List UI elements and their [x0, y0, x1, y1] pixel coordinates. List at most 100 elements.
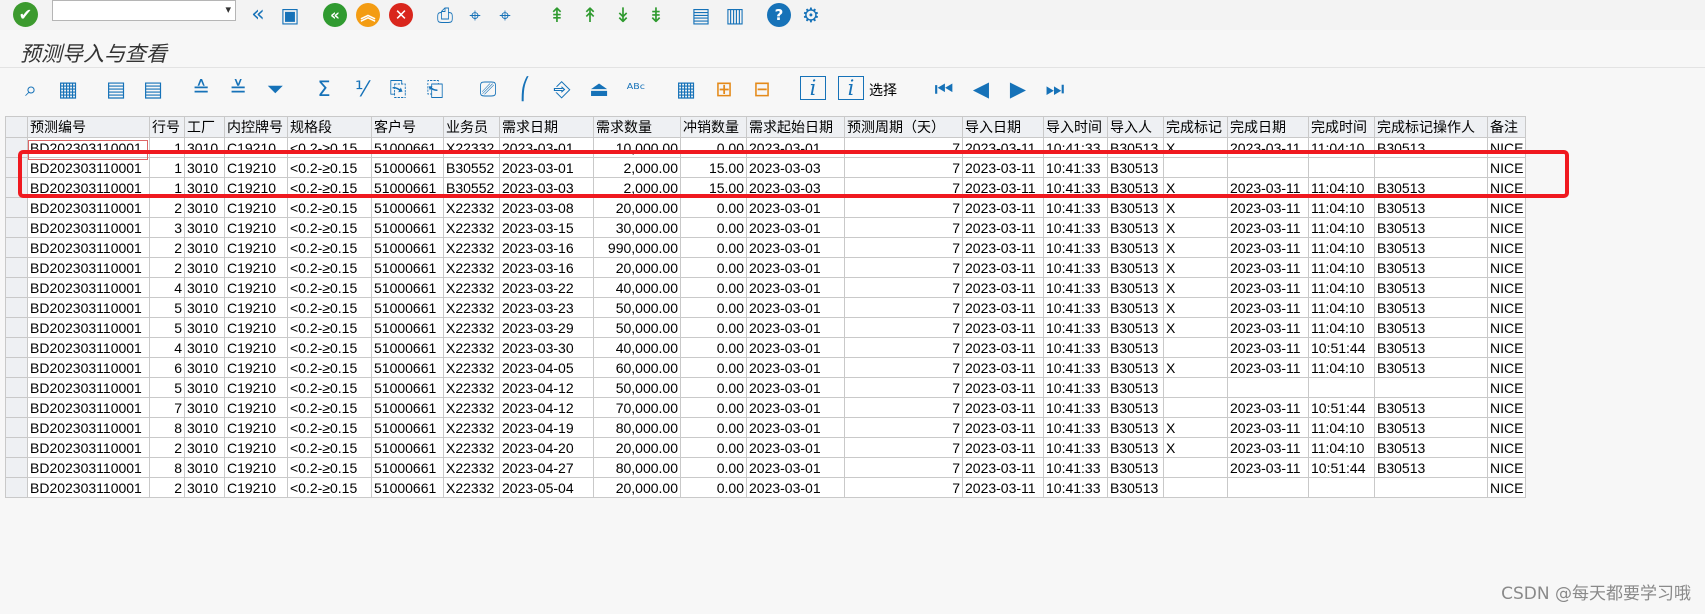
- table-cell[interactable]: [1227, 377, 1309, 398]
- table-cell[interactable]: 51000661: [371, 337, 444, 358]
- table-cell[interactable]: [1227, 157, 1309, 178]
- row-selector[interactable]: [5, 457, 28, 478]
- table-cell[interactable]: 2023-03-11: [962, 237, 1044, 258]
- table-cell[interactable]: 2: [149, 437, 185, 458]
- table-cell[interactable]: 2023-03-11: [1227, 177, 1309, 198]
- table-cell[interactable]: 2: [149, 197, 185, 218]
- table-cell[interactable]: 11:04:10: [1308, 417, 1375, 438]
- table-cell[interactable]: X: [1163, 297, 1228, 318]
- table-cell[interactable]: X22332: [443, 297, 500, 318]
- table-cell[interactable]: X22332: [443, 217, 500, 238]
- table-cell[interactable]: 4: [149, 277, 185, 298]
- table-cell[interactable]: [1163, 337, 1228, 358]
- table-cell[interactable]: [1227, 477, 1309, 498]
- table-cell[interactable]: [1163, 477, 1228, 498]
- row-selector[interactable]: [5, 137, 28, 158]
- table-cell[interactable]: C19210: [224, 157, 288, 178]
- table-cell[interactable]: B30513: [1107, 337, 1164, 358]
- table-cell[interactable]: B30513: [1107, 217, 1164, 238]
- table-row[interactable]: BD202303110001 2 3010 C19210 <0.2-≥0.15 51000…: [5, 197, 1527, 218]
- table-cell[interactable]: X: [1163, 217, 1228, 238]
- row-selector[interactable]: [5, 257, 28, 278]
- table-row[interactable]: BD202303110001 1 3010 C19210 <0.2-≥0.15 51000…: [5, 137, 1527, 158]
- table-cell[interactable]: 20,000.00: [593, 257, 681, 278]
- table-cell[interactable]: [1163, 457, 1228, 478]
- table-cell[interactable]: 2023-03-03: [499, 177, 594, 198]
- save-layout-icon[interactable]: ⊟: [748, 76, 776, 102]
- row-selector[interactable]: [5, 357, 28, 378]
- table-cell[interactable]: 3010: [184, 437, 225, 458]
- table-cell[interactable]: 7: [844, 257, 963, 278]
- chevron-down-icon[interactable]: ▾: [225, 3, 231, 16]
- column-header[interactable]: 导入日期: [962, 116, 1044, 138]
- table-cell[interactable]: <0.2-≥0.15: [287, 277, 372, 298]
- table-cell[interactable]: B30513: [1374, 457, 1488, 478]
- table-cell[interactable]: 10:41:33: [1043, 177, 1108, 198]
- table-cell[interactable]: 51000661: [371, 357, 444, 378]
- table-cell[interactable]: 5: [149, 317, 185, 338]
- table-cell[interactable]: [1308, 157, 1375, 178]
- table-cell[interactable]: 11:04:10: [1308, 217, 1375, 238]
- next-page-icon[interactable]: ↡: [611, 3, 635, 27]
- table-cell[interactable]: NICE: [1486, 257, 1527, 278]
- table-cell[interactable]: BD202303110001: [27, 257, 150, 278]
- table-cell[interactable]: 2,000.00: [593, 177, 681, 198]
- table-row[interactable]: BD202303110001 2 3010 C19210 <0.2-≥0.15 51000…: [5, 237, 1527, 258]
- table-cell[interactable]: 0.00: [680, 337, 747, 358]
- table-cell[interactable]: 2023-03-16: [499, 257, 594, 278]
- table-cell[interactable]: 2023-04-12: [499, 397, 594, 418]
- table-cell[interactable]: <0.2-≥0.15: [287, 417, 372, 438]
- table-cell[interactable]: 3010: [184, 297, 225, 318]
- table-cell[interactable]: X22332: [443, 357, 500, 378]
- table-cell[interactable]: 0.00: [680, 137, 747, 158]
- table-cell[interactable]: B30513: [1107, 137, 1164, 158]
- table-cell[interactable]: 3010: [184, 317, 225, 338]
- back-icon[interactable]: «: [323, 3, 347, 27]
- table-cell[interactable]: X22332: [443, 397, 500, 418]
- table-cell[interactable]: 2023-03-01: [746, 357, 845, 378]
- table-cell[interactable]: 3010: [184, 197, 225, 218]
- first-page-icon[interactable]: ⇞: [545, 3, 569, 27]
- exit-icon[interactable]: ︽: [356, 3, 380, 27]
- table-cell[interactable]: 7: [844, 337, 963, 358]
- table-cell[interactable]: X22332: [443, 337, 500, 358]
- row-selector[interactable]: [5, 337, 28, 358]
- table-cell[interactable]: B30513: [1374, 397, 1488, 418]
- table-cell[interactable]: 7: [844, 297, 963, 318]
- table-row[interactable]: BD202303110001 8 3010 C19210 <0.2-≥0.15 51000…: [5, 457, 1527, 478]
- shortcut-icon[interactable]: ▥: [722, 3, 748, 27]
- cancel-icon[interactable]: ✕: [389, 3, 413, 27]
- previous-page-icon[interactable]: ↟: [578, 3, 602, 27]
- sort-desc-icon[interactable]: ≚: [225, 76, 251, 102]
- table-cell[interactable]: C19210: [224, 257, 288, 278]
- table-cell[interactable]: 5: [149, 377, 185, 398]
- table-cell[interactable]: 2023-03-11: [962, 297, 1044, 318]
- row-selector[interactable]: [5, 237, 28, 258]
- table-cell[interactable]: X: [1163, 197, 1228, 218]
- table-cell[interactable]: 7: [149, 397, 185, 418]
- table-cell[interactable]: 0.00: [680, 357, 747, 378]
- table-cell[interactable]: NICE: [1486, 337, 1527, 358]
- table-cell[interactable]: 3010: [184, 477, 225, 498]
- table-cell[interactable]: 2023-03-01: [746, 217, 845, 238]
- table-cell[interactable]: NICE: [1486, 297, 1527, 318]
- table-cell[interactable]: C19210: [224, 437, 288, 458]
- table-cell[interactable]: X: [1163, 317, 1228, 338]
- table-cell[interactable]: C19210: [224, 397, 288, 418]
- table-cell[interactable]: 2023-03-11: [1227, 417, 1309, 438]
- table-cell[interactable]: 2023-04-12: [499, 377, 594, 398]
- table-cell[interactable]: NICE: [1486, 137, 1527, 158]
- table-cell[interactable]: 10:41:33: [1043, 437, 1108, 458]
- table-cell[interactable]: 51000661: [371, 137, 444, 158]
- table-cell[interactable]: 7: [844, 317, 963, 338]
- table-cell[interactable]: 51000661: [371, 237, 444, 258]
- prev-icon[interactable]: ◀: [969, 76, 993, 102]
- table-cell[interactable]: B30513: [1107, 377, 1164, 398]
- table-cell[interactable]: BD202303110001: [27, 237, 150, 258]
- column-header[interactable]: 客户号: [371, 116, 444, 138]
- table-cell[interactable]: 2023-04-20: [499, 437, 594, 458]
- table-cell[interactable]: 0.00: [680, 437, 747, 458]
- table-cell[interactable]: X22332: [443, 457, 500, 478]
- table-cell[interactable]: 2023-03-11: [962, 477, 1044, 498]
- table-cell[interactable]: [1163, 397, 1228, 418]
